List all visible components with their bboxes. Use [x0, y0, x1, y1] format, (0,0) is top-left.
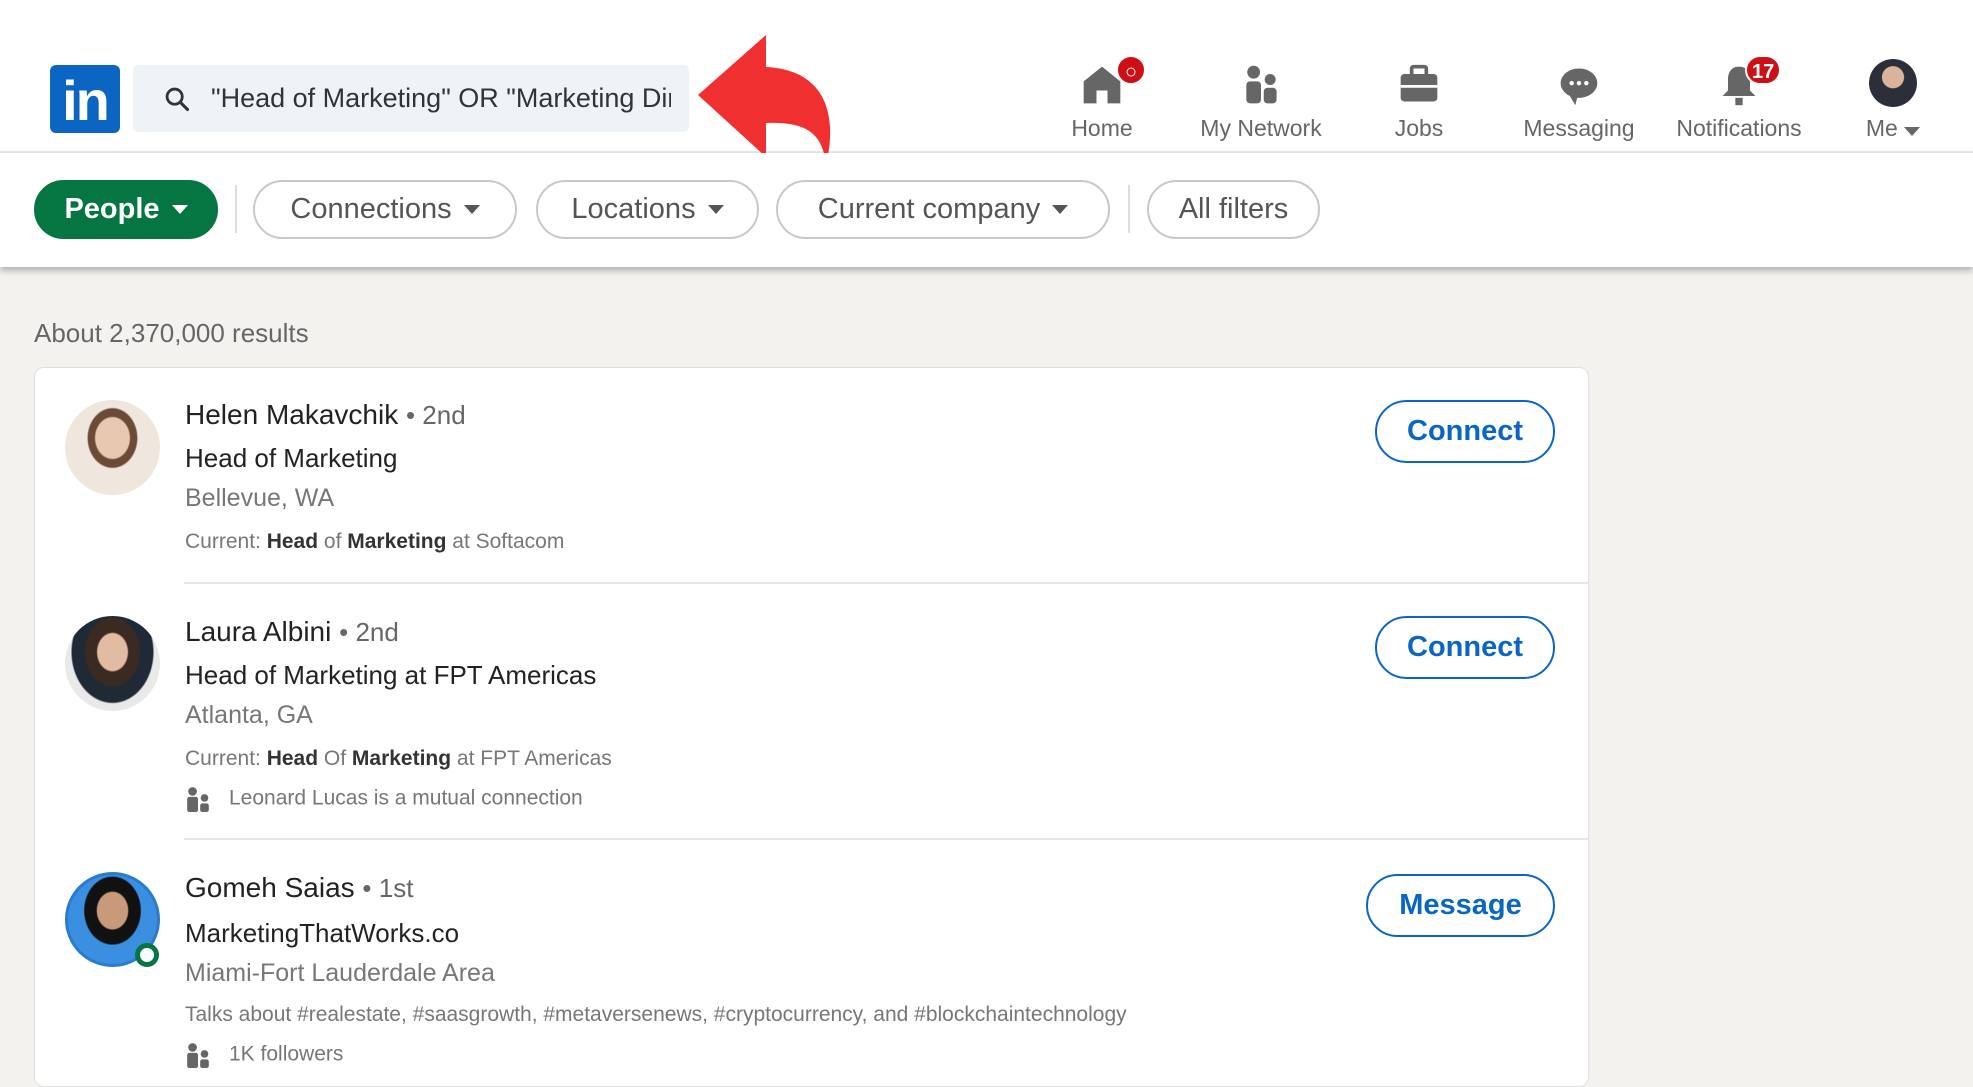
- people-icon: [187, 1043, 209, 1068]
- divider: [184, 838, 1589, 840]
- search-icon: [165, 87, 190, 111]
- nav-label: Notifications: [1676, 115, 1802, 141]
- filter-current-company[interactable]: Current company: [776, 180, 1110, 239]
- nav-label: Me: [1813, 115, 1973, 142]
- nav-jobs[interactable]: Jobs: [1339, 55, 1499, 142]
- red-arrow-annotation: [698, 35, 831, 165]
- result-location: Atlanta, GA: [185, 701, 313, 729]
- result-headline: MarketingThatWorks.co: [185, 918, 460, 948]
- result-talks-about: Talks about #realestate, #saasgrowth, #m…: [185, 1003, 1127, 1026]
- divider: [1128, 185, 1130, 233]
- result-current: Current: Head Of Marketing at FPT Americ…: [185, 747, 612, 770]
- linkedin-logo[interactable]: in: [50, 65, 120, 133]
- avatar: [1869, 59, 1917, 107]
- online-status-icon: [135, 943, 159, 967]
- nav-messaging[interactable]: Messaging: [1499, 55, 1659, 142]
- filter-connections[interactable]: Connections: [253, 180, 517, 239]
- people-icon: [187, 787, 209, 812]
- nav-home[interactable]: ○ Home: [1022, 55, 1182, 142]
- result-followers: 1K followers: [185, 1042, 343, 1068]
- connect-button[interactable]: Connect: [1375, 400, 1555, 463]
- result-name[interactable]: Gomeh Saias • 1st: [185, 872, 413, 904]
- nav-me[interactable]: Me: [1813, 55, 1973, 142]
- result-headline: Head of Marketing at FPT Americas: [185, 660, 597, 690]
- people-icon: [1246, 65, 1277, 104]
- filter-people[interactable]: People: [34, 180, 218, 239]
- result-location: Bellevue, WA: [185, 484, 335, 512]
- chevron-down-icon: [1052, 205, 1069, 214]
- nav-notifications[interactable]: 17 Notifications: [1659, 55, 1819, 142]
- result-location: Miami-Fort Lauderdale Area: [185, 959, 495, 987]
- result-name[interactable]: Helen Makavchik • 2nd: [185, 399, 466, 431]
- divider: [184, 582, 1589, 584]
- filter-all-filters[interactable]: All filters: [1147, 180, 1320, 239]
- avatar[interactable]: [65, 400, 160, 495]
- results-count: About 2,370,000 results: [34, 318, 309, 348]
- message-button[interactable]: Message: [1366, 874, 1555, 937]
- divider: [235, 185, 237, 233]
- home-badge: ○: [1116, 55, 1146, 85]
- nav-label: My Network: [1200, 115, 1322, 141]
- result-headline: Head of Marketing: [185, 443, 398, 473]
- chevron-down-icon: [1904, 127, 1921, 136]
- avatar[interactable]: [65, 616, 160, 711]
- chevron-down-icon: [707, 205, 724, 214]
- nav-label: Home: [1071, 115, 1133, 141]
- nav-my-network[interactable]: My Network: [1181, 55, 1341, 142]
- nav-label: Messaging: [1523, 115, 1635, 141]
- chevron-down-icon: [463, 205, 480, 214]
- nav-label: Jobs: [1394, 115, 1444, 141]
- briefcase-icon: [1400, 64, 1438, 102]
- search-query[interactable]: "Head of Marketing" OR "Marketing Direct…: [211, 83, 671, 114]
- search-input[interactable]: "Head of Marketing" OR "Marketing Direct…: [133, 65, 689, 132]
- chevron-down-icon: [171, 205, 188, 214]
- result-name[interactable]: Laura Albini • 2nd: [185, 616, 399, 648]
- notifications-badge: 17: [1745, 55, 1782, 85]
- chat-icon: [1560, 68, 1598, 106]
- result-current: Current: Head of Marketing at Softacom: [185, 530, 565, 553]
- connect-button[interactable]: Connect: [1375, 616, 1555, 679]
- result-mutual[interactable]: Leonard Lucas is a mutual connection: [185, 786, 583, 812]
- filter-locations[interactable]: Locations: [536, 180, 759, 239]
